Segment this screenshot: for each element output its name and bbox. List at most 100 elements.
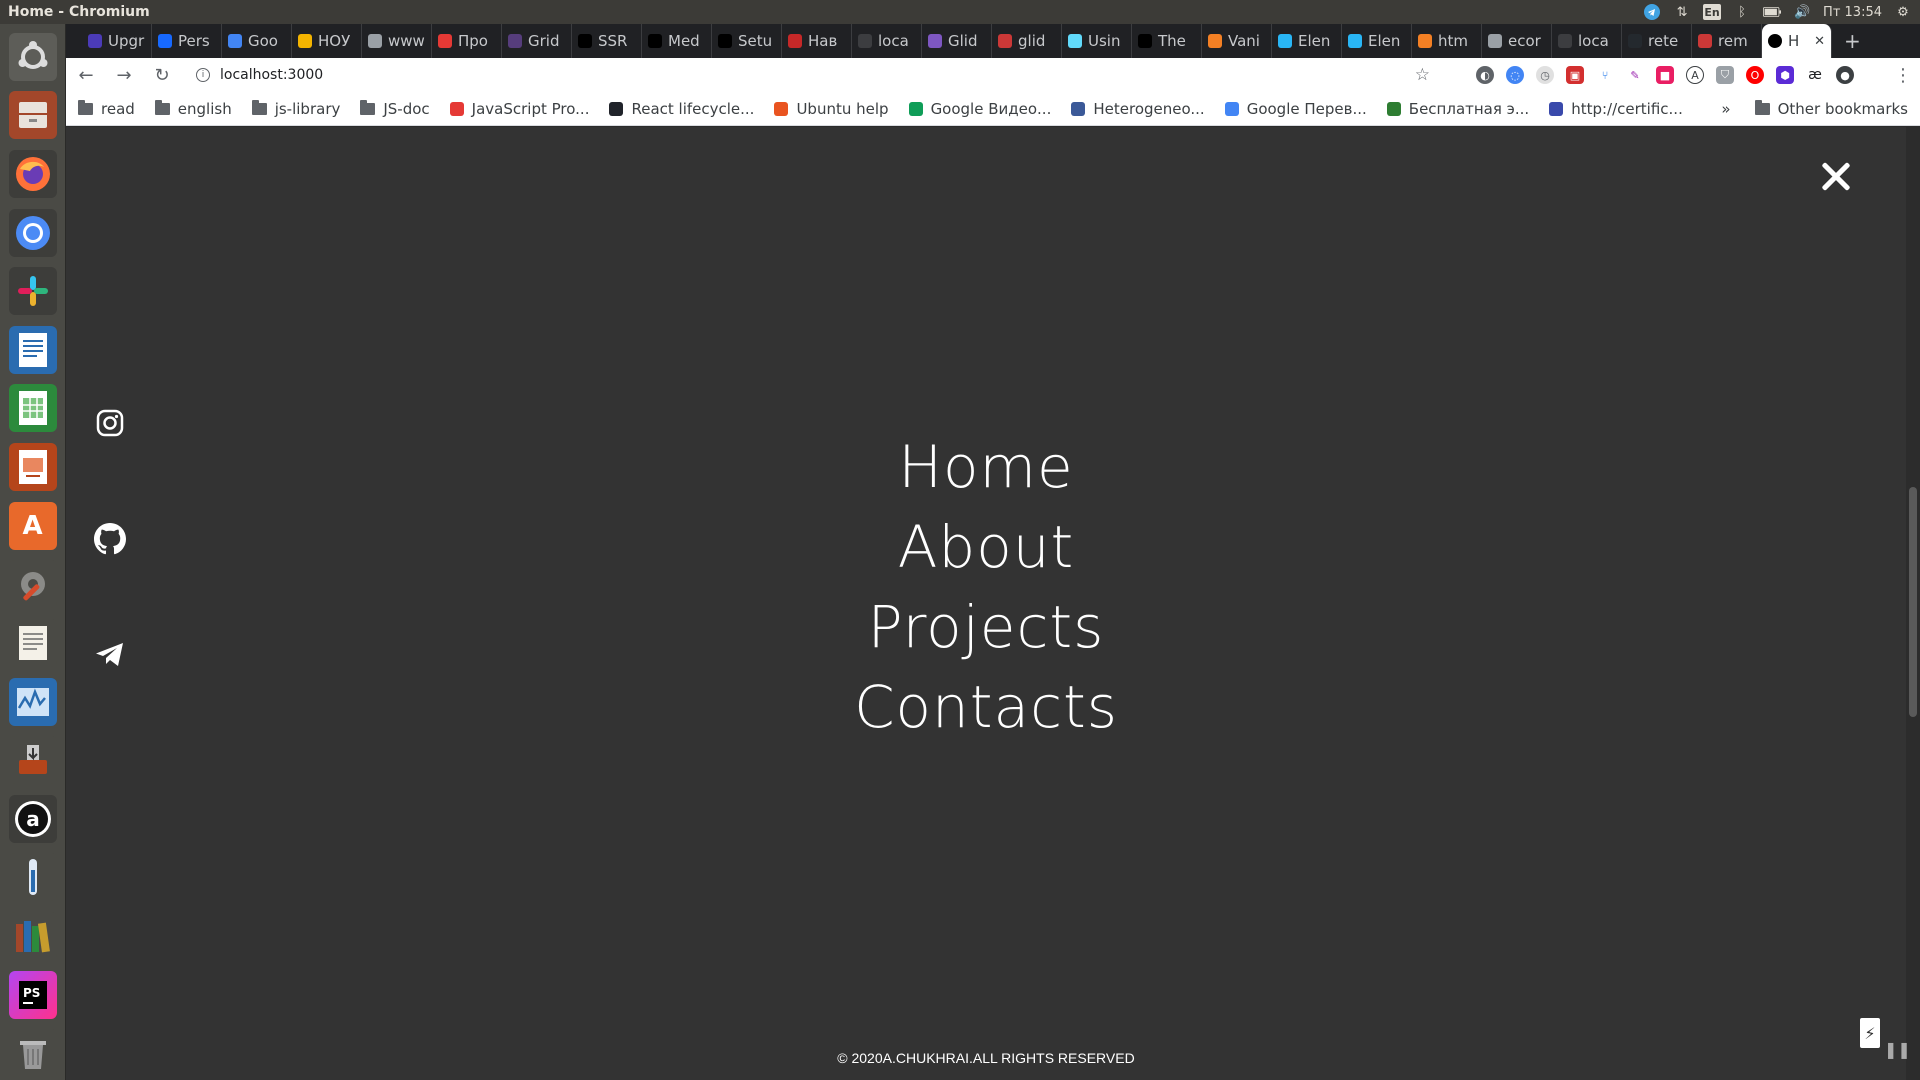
bookmark-link[interactable]: Heterogeneo... — [1071, 100, 1205, 118]
launcher-calc[interactable] — [8, 382, 58, 436]
launcher-software-center[interactable]: A — [8, 499, 58, 553]
network-arrows-icon[interactable]: ⇅ — [1673, 4, 1691, 20]
clock[interactable]: Пт 13:54 — [1823, 5, 1882, 20]
launcher-impress[interactable] — [8, 440, 58, 494]
nav-link-home[interactable]: Home — [898, 427, 1073, 507]
browser-tab[interactable]: Про — [432, 24, 502, 58]
launcher-system-settings[interactable] — [8, 557, 58, 611]
extension-pink-icon[interactable]: ■ — [1656, 66, 1674, 84]
close-tab-icon[interactable]: ✕ — [1814, 34, 1825, 49]
browser-tab[interactable]: SSR — [572, 24, 642, 58]
bookmark-link[interactable]: React lifecycle... — [609, 100, 754, 118]
tab-title: Upgr — [108, 32, 145, 50]
browser-tab[interactable]: rete — [1622, 24, 1692, 58]
browser-tab[interactable]: loca — [1552, 24, 1622, 58]
profile-avatar[interactable]: ● — [1836, 66, 1854, 84]
browser-tab[interactable]: Goo — [222, 24, 292, 58]
browser-tab[interactable]: Grid — [502, 24, 572, 58]
bookmark-folder[interactable]: js-library — [251, 99, 340, 118]
browser-tab[interactable]: Elen — [1272, 24, 1342, 58]
launcher-slack[interactable] — [8, 264, 58, 318]
launcher-trash[interactable] — [8, 1026, 58, 1080]
launcher-firefox[interactable] — [8, 147, 58, 201]
launcher-chromium[interactable] — [8, 206, 58, 260]
launcher-dash-button[interactable] — [8, 30, 58, 84]
browser-tab[interactable]: The — [1132, 24, 1202, 58]
active-browser-tab[interactable]: H ✕ — [1762, 24, 1832, 58]
bookmark-link[interactable]: Ubuntu help — [774, 100, 889, 118]
extension-purple-icon[interactable]: ⬢ — [1776, 66, 1794, 84]
bookmark-link[interactable]: Google Видео... — [908, 100, 1051, 118]
bookmark-star-icon[interactable]: ☆ — [1415, 65, 1430, 85]
bookmarks-overflow-button[interactable]: » — [1721, 100, 1730, 118]
bluetooth-icon[interactable]: ᛒ — [1733, 4, 1751, 20]
battery-icon[interactable] — [1763, 4, 1782, 20]
browser-tab[interactable]: Usin — [1062, 24, 1132, 58]
launcher-amazon[interactable]: a — [8, 792, 58, 846]
forward-button[interactable]: → — [112, 63, 136, 87]
nav-link-about[interactable]: About — [898, 507, 1074, 587]
bookmark-link[interactable]: Бесплатная э... — [1386, 100, 1529, 118]
launcher-system-monitor[interactable] — [8, 675, 58, 729]
extension-pen-icon[interactable]: ✎ — [1626, 66, 1644, 84]
extension-a-icon[interactable]: A — [1686, 66, 1704, 84]
devtools-lightning-icon[interactable]: ⚡ — [1860, 1018, 1880, 1048]
pause-icon[interactable]: ❚❚ — [1884, 1040, 1911, 1062]
launcher-writer[interactable] — [8, 323, 58, 377]
browser-tab[interactable]: Elen — [1342, 24, 1412, 58]
extension-blue-icon[interactable]: ◌ — [1506, 66, 1524, 84]
browser-tab[interactable]: htm — [1412, 24, 1482, 58]
telegram-tray-icon[interactable] — [1643, 4, 1661, 20]
launcher-text-editor[interactable] — [8, 616, 58, 670]
address-bar[interactable]: i localhost:3000 ☆ — [188, 62, 1438, 88]
bookmark-folder[interactable]: english — [154, 99, 232, 118]
tab-title: The — [1158, 32, 1186, 50]
browser-tab[interactable]: Нав — [782, 24, 852, 58]
browser-tab[interactable]: Upgr — [82, 24, 152, 58]
nav-link-contacts[interactable]: Contacts — [854, 667, 1118, 747]
close-menu-icon[interactable] — [1816, 157, 1856, 197]
new-tab-button[interactable]: + — [1832, 29, 1873, 53]
browser-tab[interactable]: НОУ — [292, 24, 362, 58]
settings-gear-icon[interactable]: ⚙ — [1894, 4, 1912, 20]
keyboard-layout-indicator[interactable]: En — [1703, 4, 1722, 20]
bookmark-folder[interactable]: JS-doc — [360, 99, 430, 118]
browser-tab[interactable]: ecor — [1482, 24, 1552, 58]
page-scrollbar[interactable] — [1906, 127, 1920, 1080]
browser-tab[interactable]: Pers — [152, 24, 222, 58]
extension-timer-icon[interactable]: ◷ — [1536, 66, 1554, 84]
extension-opera-icon[interactable]: O — [1746, 66, 1764, 84]
libreoffice-impress-icon — [8, 443, 57, 492]
extension-shield-icon[interactable]: ⛉ — [1716, 66, 1734, 84]
launcher-thermometer[interactable] — [8, 851, 58, 905]
nav-link-projects[interactable]: Projects — [868, 587, 1105, 667]
scrollbar-thumb[interactable] — [1909, 487, 1917, 717]
launcher-phpstorm[interactable]: PS — [8, 968, 58, 1022]
launcher-library[interactable] — [8, 909, 58, 963]
bookmark-link[interactable]: JavaScript Pro... — [449, 100, 589, 118]
site-info-icon[interactable]: i — [196, 68, 210, 82]
extension-dark-mode-icon[interactable]: ◐ — [1476, 66, 1494, 84]
other-bookmarks-folder[interactable]: Other bookmarks — [1754, 99, 1908, 118]
browser-tab[interactable]: Glid — [922, 24, 992, 58]
reload-button[interactable]: ↻ — [150, 63, 174, 87]
browser-tab[interactable]: Med — [642, 24, 712, 58]
url-text[interactable]: localhost:3000 — [220, 67, 323, 83]
volume-icon[interactable]: 🔊 — [1793, 4, 1811, 20]
extension-ae-icon[interactable]: æ — [1806, 66, 1824, 84]
browser-tab[interactable]: glid — [992, 24, 1062, 58]
browser-tab[interactable]: rem — [1692, 24, 1762, 58]
browser-tab[interactable]: www — [362, 24, 432, 58]
bookmark-link[interactable]: http://certific... — [1549, 100, 1683, 118]
bookmark-folder[interactable]: read — [78, 99, 135, 118]
bookmark-link[interactable]: Google Перев... — [1224, 100, 1367, 118]
browser-tab[interactable]: Vani — [1202, 24, 1272, 58]
extension-red-icon[interactable]: ▣ — [1566, 66, 1584, 84]
browser-tab[interactable]: loca — [852, 24, 922, 58]
browser-menu-icon[interactable]: ⋮ — [1894, 65, 1912, 86]
launcher-installer[interactable] — [8, 733, 58, 787]
launcher-files[interactable] — [8, 89, 58, 143]
back-button[interactable]: ← — [74, 63, 98, 87]
browser-tab[interactable]: Setu — [712, 24, 782, 58]
extension-git-icon[interactable]: ⑂ — [1596, 66, 1614, 84]
